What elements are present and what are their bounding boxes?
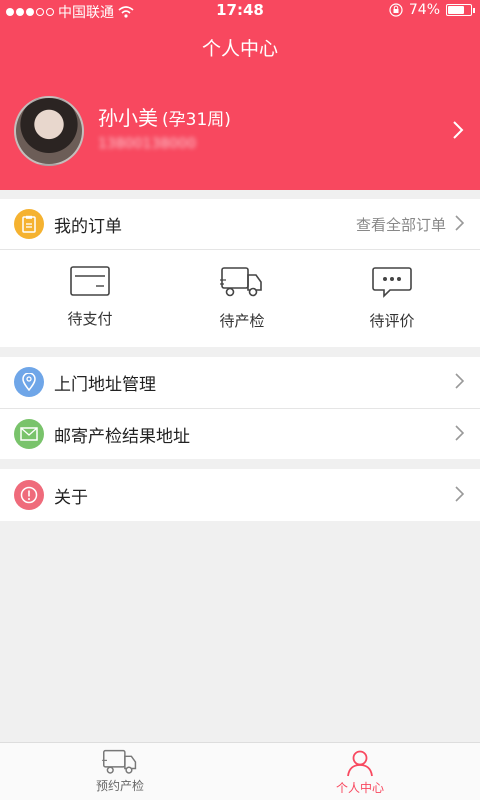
status-bar: 中国联通 17:48 74% xyxy=(0,0,480,22)
location-icon xyxy=(14,367,44,397)
tab-book-checkup[interactable]: 预约产检 xyxy=(0,749,240,794)
tab-personal-center[interactable]: 个人中心 xyxy=(240,749,480,796)
order-tab-pending-payment[interactable]: 待支付 xyxy=(10,266,170,329)
pregnancy-week: (孕31周) xyxy=(162,110,231,130)
about-row[interactable]: 关于 xyxy=(0,470,480,520)
mail-address-row[interactable]: 邮寄产检结果地址 xyxy=(0,409,480,459)
mail-address-label: 邮寄产检结果地址 xyxy=(54,426,190,447)
profile-row[interactable]: 孙小美 (孕31周) 13800138000 xyxy=(14,96,466,166)
my-orders-row[interactable]: 我的订单 查看全部订单 xyxy=(0,199,480,249)
info-icon xyxy=(14,480,44,510)
chevron-right-icon xyxy=(455,425,464,441)
status-right: 74% xyxy=(389,2,475,18)
chevron-right-icon xyxy=(455,373,464,389)
mail-icon xyxy=(14,419,44,449)
order-status-tabs: 待支付 待产检 待评价 xyxy=(0,250,480,346)
about-card: 关于 xyxy=(0,469,480,521)
avatar[interactable] xyxy=(14,96,84,166)
address-card: 上门地址管理 邮寄产检结果地址 xyxy=(0,357,480,459)
battery-label: 74% xyxy=(408,2,440,18)
battery-icon xyxy=(446,4,475,16)
chat-icon xyxy=(372,267,412,298)
card-icon xyxy=(70,266,110,296)
user-name: 孙小美 xyxy=(98,106,158,130)
tab-label: 预约产检 xyxy=(95,779,144,793)
home-address-label: 上门地址管理 xyxy=(54,374,156,395)
page-title: 个人中心 xyxy=(201,38,278,60)
my-orders-label: 我的订单 xyxy=(54,216,122,237)
name-line: 孙小美 (孕31周) xyxy=(98,102,231,131)
tab-label: 个人中心 xyxy=(335,781,384,795)
clipboard-icon xyxy=(14,209,44,239)
order-tab-pending-checkup[interactable]: 待产检 xyxy=(162,266,322,331)
rotation-lock-icon xyxy=(389,3,403,17)
order-tab-label: 待支付 xyxy=(67,310,113,328)
truck-icon xyxy=(102,749,137,774)
order-tab-pending-review[interactable]: 待评价 xyxy=(312,266,472,331)
order-tab-label: 待评价 xyxy=(369,312,415,330)
bottom-tab-bar: 预约产检 个人中心 xyxy=(0,742,480,800)
profile-header: 中国联通 17:48 74% 个人中心 孙小美 (孕31周) 138001380… xyxy=(0,0,480,190)
chevron-right-icon xyxy=(455,215,464,231)
about-label: 关于 xyxy=(54,487,88,508)
person-icon xyxy=(347,750,373,777)
order-tab-label: 待产检 xyxy=(219,312,265,330)
phone-number: 13800138000 xyxy=(98,136,196,152)
chevron-right-icon xyxy=(453,121,464,139)
view-all-orders-link[interactable]: 查看全部订单 xyxy=(356,214,446,235)
home-address-row[interactable]: 上门地址管理 xyxy=(0,357,480,407)
chevron-right-icon xyxy=(455,486,464,502)
truck-icon xyxy=(220,267,262,297)
